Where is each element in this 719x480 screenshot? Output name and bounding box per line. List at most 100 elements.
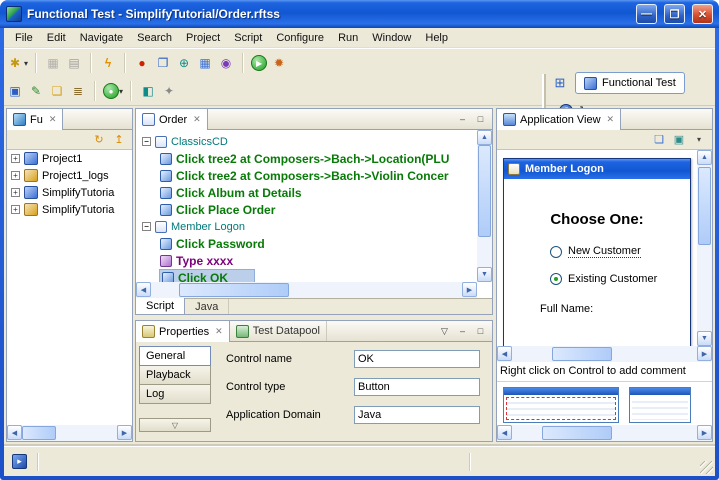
enable-environments-icon[interactable]: ◧ [139,82,157,100]
script-line-type-xxxx[interactable]: Type xxxx [136,252,477,269]
application-domain-input[interactable] [354,406,480,424]
side-tab-general[interactable]: General [139,346,211,366]
resize-grip[interactable] [700,461,713,474]
refresh-icon[interactable]: ↻ [91,132,107,148]
menu-configure[interactable]: Configure [269,30,331,46]
menu-project[interactable]: Project [179,30,227,46]
scroll-thumb[interactable] [179,283,289,297]
configure-tools-icon[interactable]: ✦ [160,82,178,100]
maximize-button[interactable]: ❐ [664,4,685,24]
scroll-down-icon[interactable]: ▼ [697,331,712,346]
collapse-icon[interactable]: − [142,222,151,231]
title-bar[interactable]: Functional Test - SimplifyTutorial/Order… [0,0,719,28]
print-icon[interactable]: ▤ [65,54,83,72]
close-icon[interactable]: ✕ [605,114,615,125]
side-tab-playback[interactable]: Playback [139,365,211,385]
editor-vscrollbar[interactable]: ▲ ▼ [477,130,492,282]
insert-recording-icon[interactable]: ● [133,54,151,72]
script-line-click-album[interactable]: Click Album at Details [136,184,477,201]
expander-icon[interactable]: + [11,171,20,180]
maximize-view-icon[interactable]: □ [473,324,488,338]
scroll-right-icon[interactable]: ▶ [697,425,712,440]
tab-order-script[interactable]: Order ✕ [136,109,208,130]
control-name-input[interactable] [354,350,480,368]
menu-search[interactable]: Search [130,30,179,46]
scroll-thumb[interactable] [552,347,612,361]
scroll-thumb[interactable] [478,145,491,237]
start-application-icon[interactable]: ❐ [154,54,172,72]
member-logon-dialog-snapshot[interactable]: Member Logon Choose One: New Customer Ex… [503,158,691,346]
perspective-functional-test[interactable]: Functional Test [575,72,685,94]
tab-test-datapool[interactable]: Test Datapool [230,321,327,341]
tab-script-source[interactable]: Script [136,298,185,314]
side-tab-log[interactable]: Log [139,384,211,404]
side-tabs-more-icon[interactable]: ▽ [139,418,211,432]
tree-item-simplifytutorial-logs[interactable]: + SimplifyTutoria [7,201,132,218]
menu-file[interactable]: File [8,30,40,46]
tab-properties[interactable]: Properties ✕ [136,321,230,342]
script-line-click-tree2-violin[interactable]: Click tree2 at Composers->Bach->Violin C… [136,167,477,184]
new-dropdown-icon[interactable]: ▾ [24,59,28,68]
radio-icon[interactable] [550,246,562,258]
open-object-map-icon[interactable]: ▦ [196,54,214,72]
scroll-right-icon[interactable]: ▶ [462,282,477,297]
run-script-icon[interactable]: ▶ [251,55,267,71]
scroll-down-icon[interactable]: ▼ [477,267,492,282]
tree-item-project1[interactable]: + Project1 [7,150,132,167]
view-menu-icon[interactable]: ▽ [437,324,452,338]
tree-item-project1-logs[interactable]: + Project1_logs [7,167,132,184]
save-icon[interactable]: ▦ [44,54,62,72]
application-view-hscrollbar[interactable]: ◀ ▶ [497,346,712,362]
script-line-click-place-order[interactable]: Click Place Order [136,201,477,218]
menu-run[interactable]: Run [331,30,365,46]
scroll-right-icon[interactable]: ▶ [697,346,712,361]
menu-edit[interactable]: Edit [40,30,73,46]
view-menu-icon[interactable]: ▾ [691,132,707,148]
insert-dropdown-icon[interactable]: ▾ [119,87,123,96]
collapse-icon[interactable]: − [142,137,151,146]
new-test-folder-icon[interactable]: ❏ [48,82,66,100]
scroll-right-icon[interactable]: ▶ [117,425,132,440]
radio-new-customer[interactable]: New Customer [550,245,641,258]
snapshot-thumbnail-1[interactable] [503,387,619,423]
expander-icon[interactable]: + [11,154,20,163]
script-line-click-tree2-location[interactable]: Click tree2 at Composers->Bach->Location… [136,150,477,167]
test-object-inspector-icon[interactable]: ⊕ [175,54,193,72]
menu-window[interactable]: Window [365,30,418,46]
radio-selected-icon[interactable] [550,273,562,285]
minimize-button[interactable]: — [636,4,657,24]
scroll-thumb[interactable] [22,426,56,440]
scroll-thumb[interactable] [698,167,711,245]
new-script-wizard-icon[interactable]: ✱ [6,54,24,72]
editor-hscrollbar[interactable]: ◀ ▶ [136,282,477,298]
explorer-hscrollbar[interactable]: ◀ ▶ [7,425,132,441]
close-icon[interactable]: ✕ [213,326,223,337]
tab-functional-test-projects[interactable]: Fu ✕ [7,109,63,130]
tree-item-simplifytutorial[interactable]: + SimplifyTutoria [7,184,132,201]
status-launcher-icon[interactable]: ▸ [12,454,27,469]
add-comment-icon[interactable]: ❏ [651,132,667,148]
script-line-click-ok-selected[interactable]: Click OK [136,269,477,282]
tab-java-source[interactable]: Java [185,299,229,314]
close-button[interactable]: ✕ [692,4,713,24]
scroll-left-icon[interactable]: ◀ [7,425,22,440]
thumbnails-hscrollbar[interactable]: ◀ ▶ [497,425,712,441]
menu-script[interactable]: Script [227,30,269,46]
scroll-up-icon[interactable]: ▲ [477,130,492,145]
maximize-view-icon[interactable]: □ [473,112,488,126]
display-capture-icon[interactable]: ▣ [671,132,687,148]
new-log-icon[interactable]: ≣ [69,82,87,100]
scroll-thumb[interactable] [542,426,612,440]
script-group-member-logon[interactable]: − Member Logon [136,218,477,235]
collapse-all-icon[interactable]: ↥ [111,132,127,148]
minimize-view-icon[interactable]: – [455,324,470,338]
minimize-view-icon[interactable]: – [455,112,470,126]
radio-existing-customer[interactable]: Existing Customer [550,273,657,285]
menu-navigate[interactable]: Navigate [73,30,130,46]
scroll-left-icon[interactable]: ◀ [497,346,512,361]
scroll-left-icon[interactable]: ◀ [497,425,512,440]
control-type-input[interactable] [354,378,480,396]
application-view-vscrollbar[interactable]: ▲ ▼ [697,150,712,346]
record-script-icon[interactable]: ϟ [99,54,117,72]
script-group-classicscd[interactable]: − ClassicsCD [136,133,477,150]
